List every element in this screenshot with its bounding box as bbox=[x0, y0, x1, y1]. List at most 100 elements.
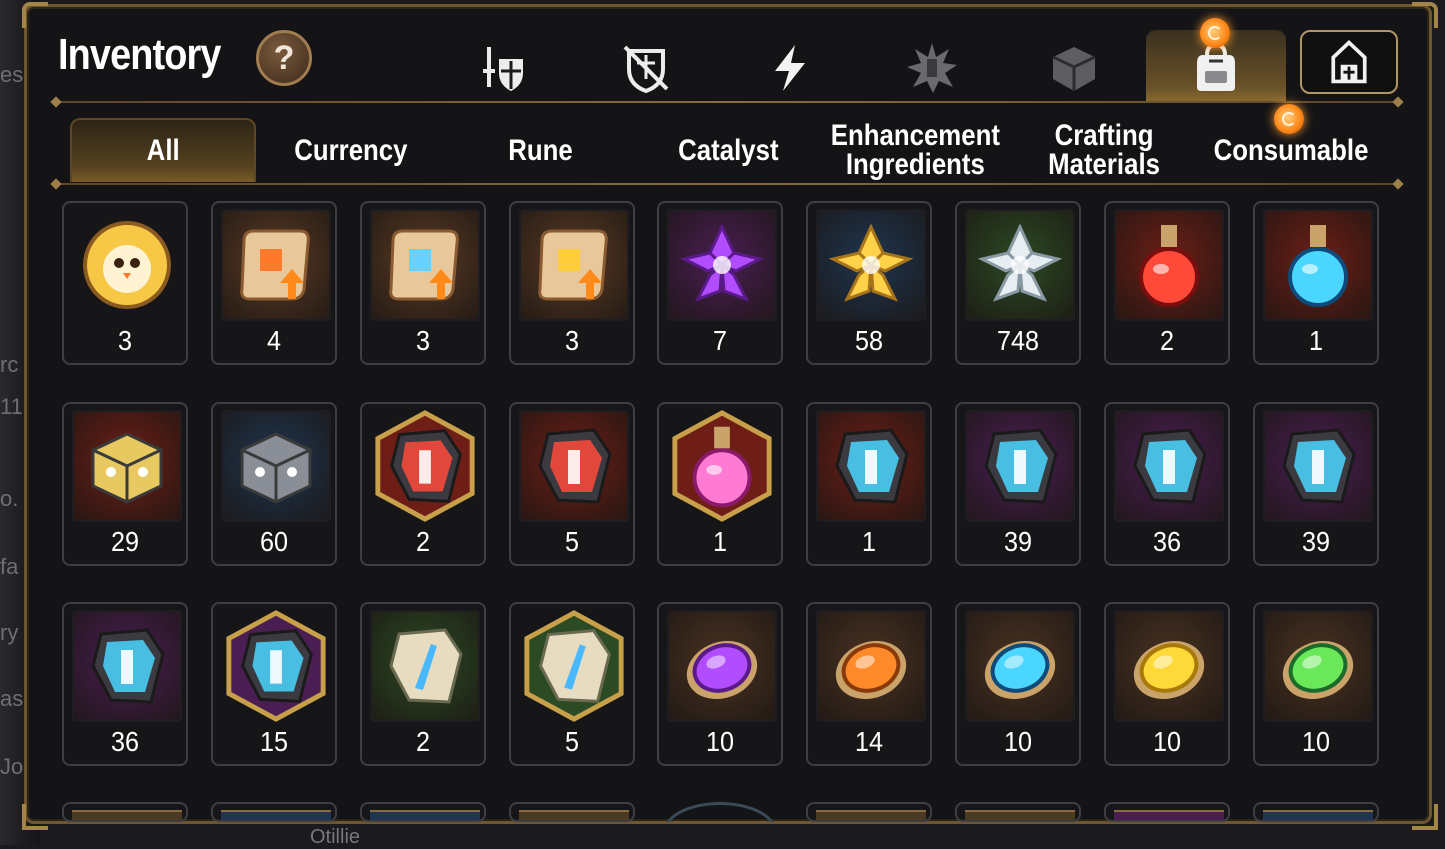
item-slot[interactable] bbox=[509, 802, 635, 822]
item-slot[interactable]: 10 bbox=[657, 602, 783, 766]
tab-currency[interactable]: Currency bbox=[262, 118, 440, 182]
item-count: 39 bbox=[1003, 526, 1033, 557]
item-thumbnail bbox=[72, 610, 182, 722]
tab-inventory[interactable] bbox=[1176, 40, 1256, 96]
item-count: 2 bbox=[415, 726, 431, 757]
item-slot[interactable]: 10 bbox=[1253, 602, 1379, 766]
item-slot[interactable]: 14 bbox=[806, 602, 932, 766]
item-thumbnail bbox=[816, 209, 926, 321]
item-thumbnail bbox=[965, 410, 1075, 522]
item-thumbnail bbox=[965, 209, 1075, 321]
item-count: 4 bbox=[266, 325, 282, 356]
green-orb-icon bbox=[1282, 640, 1354, 700]
item-slot[interactable]: 3 bbox=[62, 201, 188, 365]
item-slot[interactable] bbox=[211, 802, 337, 822]
gem-cube-icon bbox=[1052, 47, 1096, 91]
item-slot[interactable]: 29 bbox=[62, 402, 188, 566]
item-thumbnail bbox=[519, 610, 629, 722]
tab-enhancement-ingredients[interactable]: Enhancement Ingredients bbox=[822, 118, 1008, 182]
item-thumbnail bbox=[1114, 410, 1224, 522]
item-thumbnail bbox=[667, 410, 777, 522]
item-slot[interactable]: 39 bbox=[955, 402, 1081, 566]
tab-equipment[interactable] bbox=[464, 40, 544, 96]
item-slot[interactable]: 1 bbox=[1253, 201, 1379, 365]
item-count: 1 bbox=[1308, 325, 1324, 356]
item-slot[interactable] bbox=[806, 802, 932, 822]
item-slot[interactable] bbox=[657, 802, 783, 822]
item-slot[interactable]: 36 bbox=[62, 602, 188, 766]
item-slot[interactable]: 10 bbox=[1104, 602, 1230, 766]
help-button[interactable]: ? bbox=[256, 30, 312, 86]
stone-sword-icon bbox=[389, 628, 463, 704]
item-slot[interactable]: 5 bbox=[509, 602, 635, 766]
item-slot[interactable] bbox=[62, 802, 188, 822]
item-slot[interactable] bbox=[1253, 802, 1379, 822]
guild-button[interactable] bbox=[1300, 30, 1398, 94]
frame-corner bbox=[22, 804, 48, 830]
tab-rune[interactable]: Rune bbox=[450, 118, 630, 182]
item-thumbnail bbox=[519, 410, 629, 522]
item-slot[interactable]: 5 bbox=[509, 402, 635, 566]
item-count: 5 bbox=[564, 526, 580, 557]
rune-boot-icon bbox=[91, 628, 165, 704]
item-slot[interactable]: 1 bbox=[657, 402, 783, 566]
item-slot[interactable]: 10 bbox=[955, 602, 1081, 766]
page-title: Inventory bbox=[58, 30, 221, 79]
tab-skills[interactable] bbox=[750, 40, 830, 96]
rune-sword-icon bbox=[984, 428, 1058, 504]
item-thumbnail bbox=[221, 810, 331, 820]
item-slot[interactable]: 7 bbox=[657, 201, 783, 365]
broken-shield-icon bbox=[623, 45, 669, 94]
tab-catalyst[interactable]: Catalyst bbox=[638, 118, 818, 182]
item-count: 36 bbox=[1152, 526, 1182, 557]
tab-broken-gear[interactable] bbox=[606, 40, 686, 96]
item-slot[interactable]: 15 bbox=[211, 602, 337, 766]
item-slot[interactable]: 2 bbox=[360, 402, 486, 566]
item-thumbnail bbox=[221, 610, 331, 722]
notification-dot bbox=[1274, 104, 1304, 134]
lightning-icon bbox=[775, 45, 805, 91]
item-slot[interactable]: 58 bbox=[806, 201, 932, 365]
item-slot[interactable]: 39 bbox=[1253, 402, 1379, 566]
item-thumbnail bbox=[1114, 810, 1224, 820]
silver-chest-icon bbox=[240, 432, 312, 504]
item-slot[interactable] bbox=[955, 802, 1081, 822]
item-thumbnail bbox=[370, 410, 480, 522]
divider bbox=[56, 183, 1400, 185]
tab-crafting-materials[interactable]: Crafting Materials bbox=[1012, 118, 1196, 182]
item-thumbnail bbox=[519, 209, 629, 321]
background-text: Otillie bbox=[310, 826, 361, 848]
item-slot[interactable]: 4 bbox=[211, 201, 337, 365]
item-thumbnail bbox=[1263, 209, 1373, 321]
item-thumbnail bbox=[1114, 610, 1224, 722]
item-thumbnail bbox=[965, 810, 1075, 820]
item-slot[interactable]: 1 bbox=[806, 402, 932, 566]
blue-orb-icon bbox=[984, 640, 1056, 700]
item-slot[interactable] bbox=[1104, 802, 1230, 822]
item-thumbnail bbox=[816, 410, 926, 522]
item-thumbnail bbox=[965, 610, 1075, 722]
item-count: 58 bbox=[854, 325, 884, 356]
item-thumbnail bbox=[816, 610, 926, 722]
item-thumbnail bbox=[370, 209, 480, 321]
pink-potion-icon bbox=[672, 410, 772, 522]
item-slot[interactable]: 2 bbox=[360, 602, 486, 766]
item-thumbnail bbox=[667, 610, 777, 722]
tab-all[interactable]: All bbox=[70, 118, 256, 182]
item-slot[interactable]: 748 bbox=[955, 201, 1081, 365]
tab-artifacts[interactable] bbox=[892, 40, 972, 96]
item-slot[interactable]: 3 bbox=[360, 201, 486, 365]
item-slot[interactable]: 3 bbox=[509, 201, 635, 365]
item-count: 10 bbox=[705, 726, 735, 757]
item-slot[interactable]: 2 bbox=[1104, 201, 1230, 365]
item-slot[interactable]: 36 bbox=[1104, 402, 1230, 566]
frame-corner bbox=[1412, 2, 1438, 28]
item-slot[interactable] bbox=[360, 802, 486, 822]
purple-orb-icon bbox=[686, 640, 758, 700]
tab-materials[interactable] bbox=[1034, 40, 1114, 96]
item-thumbnail bbox=[370, 810, 480, 820]
item-thumbnail bbox=[816, 810, 926, 820]
item-count: 1 bbox=[861, 526, 877, 557]
item-slot[interactable]: 60 bbox=[211, 402, 337, 566]
item-count: 3 bbox=[117, 325, 133, 356]
